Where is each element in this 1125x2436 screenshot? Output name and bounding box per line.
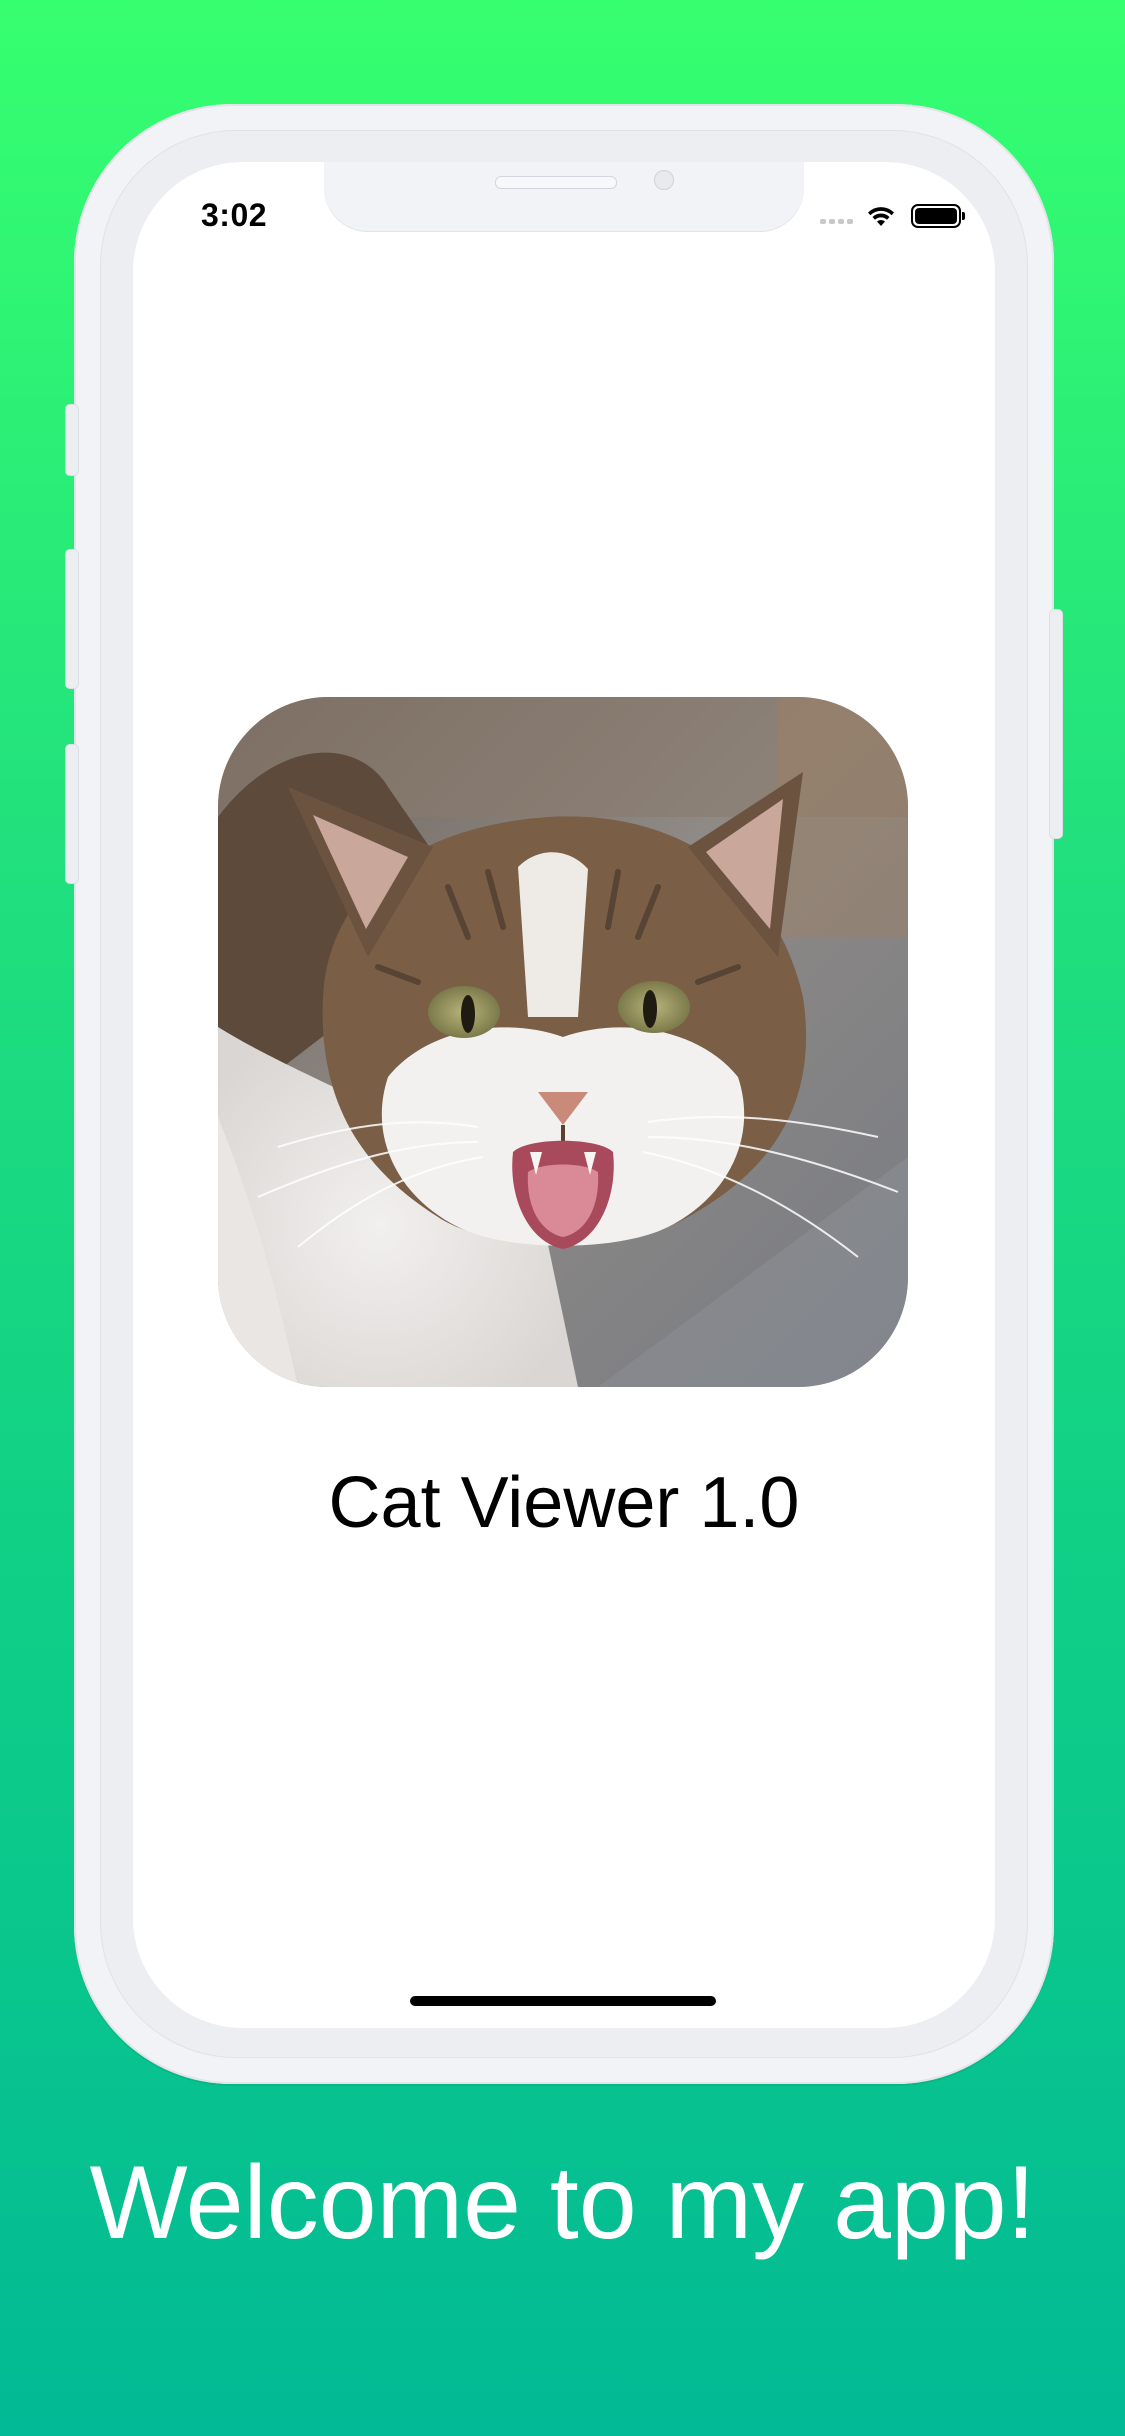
- home-indicator[interactable]: [410, 1996, 716, 2006]
- volume-down-button: [65, 744, 79, 884]
- front-camera: [654, 170, 674, 190]
- cat-photo: [218, 697, 908, 1387]
- volume-up-button: [65, 549, 79, 689]
- silent-switch: [65, 404, 79, 476]
- app-title: Cat Viewer 1.0: [328, 1463, 800, 1543]
- signal-icon: [820, 218, 853, 224]
- battery-icon: [911, 204, 965, 228]
- speaker-grille: [495, 176, 617, 189]
- status-icons: [820, 202, 965, 230]
- cat-illustration: [218, 697, 908, 1387]
- welcome-caption: Welcome to my app!: [89, 2145, 1036, 2261]
- wifi-icon: [868, 207, 894, 226]
- notch: [324, 162, 804, 232]
- phone-screen: 3:02 Cat Viewer 1.0: [133, 162, 995, 2028]
- status-time: 3:02: [201, 197, 268, 233]
- power-button: [1049, 609, 1063, 839]
